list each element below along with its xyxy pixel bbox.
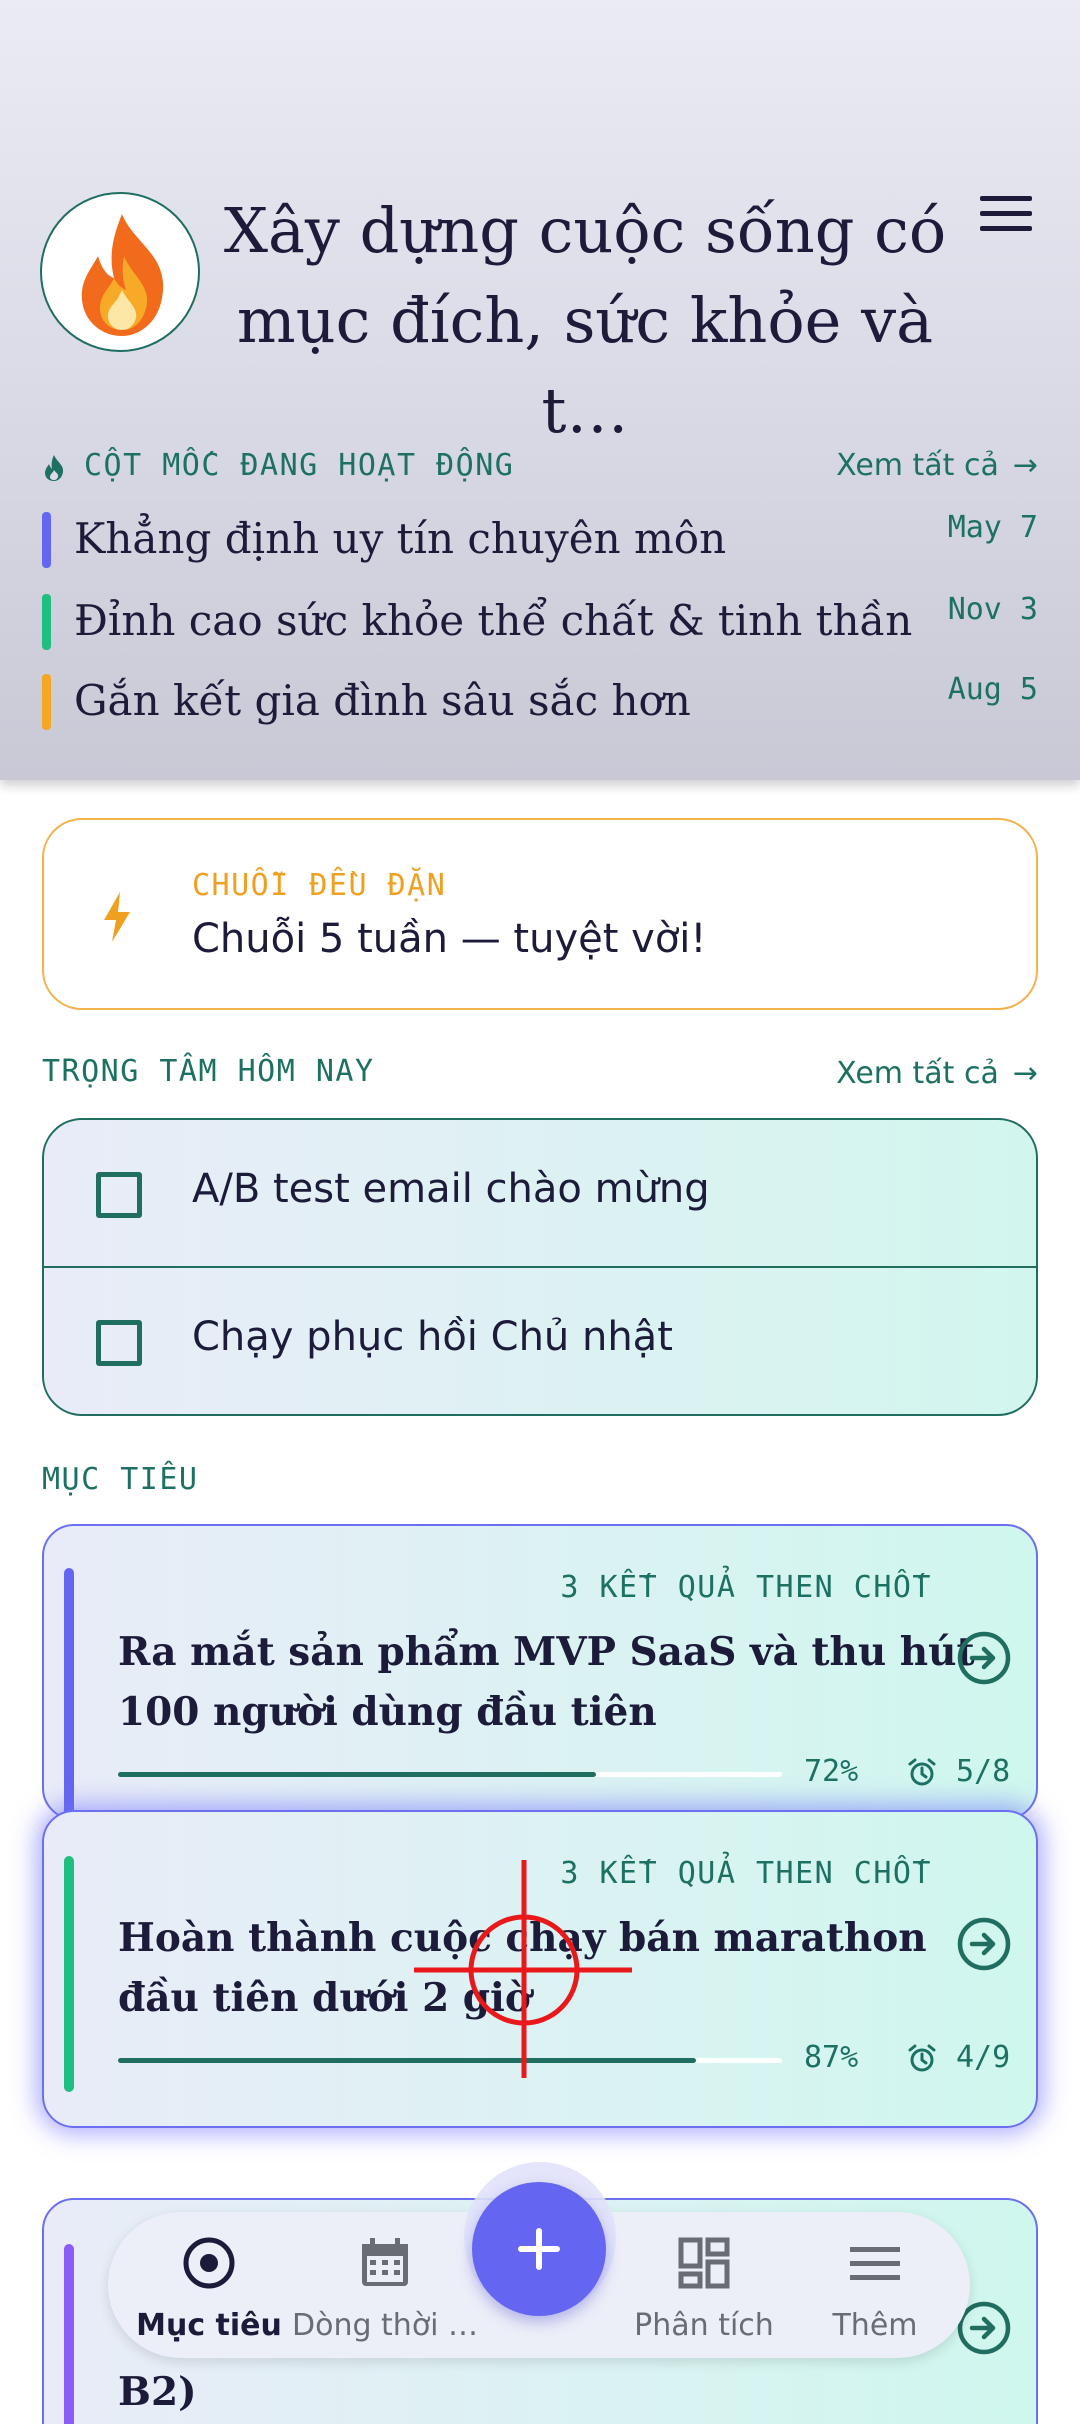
task-checkbox[interactable]: [96, 1320, 142, 1366]
milestones-header: CỘT MỐC ĐANG HOẠT ĐỘNG Xem tất cả →: [42, 446, 1038, 490]
arrow-right-icon: →: [1012, 448, 1038, 483]
flame-icon: [81, 214, 164, 336]
key-results-count: 5/8: [956, 1754, 1011, 1789]
milestone-item[interactable]: Khẳng định uy tín chuyên môn May 7: [42, 510, 1038, 570]
goals-title: MỤC TIÊU: [42, 1462, 199, 1497]
streak-label: CHUỖI ĐỀU ĐẶN: [192, 868, 447, 903]
lightning-icon: [104, 892, 130, 942]
alarm-clock-icon: [908, 1758, 936, 1786]
avatar[interactable]: [40, 192, 200, 352]
milestone-date: May 7: [947, 510, 1038, 545]
goal-progress-bar: [118, 1772, 782, 1777]
milestones-title: CỘT MỐC ĐANG HOẠT ĐỘNG: [84, 448, 515, 483]
crosshair-marker: [414, 1860, 632, 2078]
see-all-label: Xem tất cả: [836, 1056, 999, 1091]
streak-card: CHUỖI ĐỀU ĐẶN Chuỗi 5 tuần — tuyệt vời!: [42, 818, 1038, 1010]
menu-icon: [850, 2247, 900, 2280]
alarm-clock-icon: [908, 2044, 936, 2072]
see-all-label: Xem tất cả: [836, 448, 999, 483]
nav-label: Mục tiêu: [136, 2308, 282, 2343]
goal-color-bar: [64, 1568, 74, 1824]
milestone-item[interactable]: Đỉnh cao sức khỏe thể chất & tinh thần N…: [42, 592, 1038, 652]
key-results-label: 3 KẾT QUẢ THEN CHỐT: [560, 1570, 932, 1605]
plus-icon: [518, 2228, 560, 2270]
arrow-circle-right-icon[interactable]: [956, 1916, 1012, 1972]
task-item[interactable]: A/B test email chào mừng: [44, 1120, 1036, 1268]
nav-label: Dòng thời …: [292, 2308, 478, 2343]
goal-title: B2): [118, 2369, 197, 2415]
goal-title: Ra mắt sản phẩm MVP SaaS và thu hút 100 …: [118, 1629, 975, 1735]
fire-icon: [45, 455, 64, 481]
task-label: Chạy phục hồi Chủ nhật: [192, 1314, 673, 1360]
add-button[interactable]: [472, 2182, 606, 2316]
nav-item-more[interactable]: Thêm: [810, 2212, 940, 2358]
hamburger-menu-icon[interactable]: [980, 196, 1032, 236]
focus-header: TRỌNG TÂM HÔM NAY Xem tất cả →: [42, 1054, 1038, 1098]
target-icon: [183, 2237, 235, 2289]
key-results-count: 4/9: [956, 2040, 1011, 2075]
focus-task-list: A/B test email chào mừng Chạy phục hồi C…: [42, 1118, 1038, 1416]
milestone-color-bar: [42, 674, 51, 730]
task-label: A/B test email chào mừng: [192, 1166, 710, 1212]
goal-progress-fill: [118, 1772, 597, 1777]
milestone-title: Đỉnh cao sức khỏe thể chất & tinh thần: [74, 596, 913, 645]
nav-label: Phân tích: [634, 2308, 774, 2343]
goal-progress-percent: 72%: [804, 1754, 859, 1789]
nav-item-analytics[interactable]: Phân tích: [624, 2212, 784, 2358]
nav-label: Thêm: [832, 2308, 918, 2343]
nav-item-timeline[interactable]: Dòng thời …: [292, 2212, 478, 2358]
goal-color-bar: [64, 2244, 74, 2424]
goal-progress-percent: 87%: [804, 2040, 859, 2075]
arrow-right-icon: →: [1012, 1056, 1038, 1091]
dashboard-icon: [678, 2237, 730, 2289]
milestone-title: Khẳng định uy tín chuyên môn: [74, 514, 727, 563]
calendar-icon: [362, 2238, 408, 2286]
milestones-see-all-link[interactable]: Xem tất cả →: [836, 448, 1038, 483]
milestone-date: Aug 5: [947, 672, 1038, 707]
task-item[interactable]: Chạy phục hồi Chủ nhật: [44, 1268, 1036, 1414]
streak-text: Chuỗi 5 tuần — tuyệt vời!: [192, 916, 707, 962]
milestone-item[interactable]: Gắn kết gia đình sâu sắc hơn Aug 5: [42, 672, 1038, 732]
milestone-date: Nov 3: [947, 592, 1038, 627]
focus-see-all-link[interactable]: Xem tất cả →: [836, 1056, 1038, 1091]
task-checkbox[interactable]: [96, 1172, 142, 1218]
page-title: Xây dựng cuộc sống có mục đích, sức khỏe…: [223, 194, 947, 447]
milestone-title: Gắn kết gia đình sâu sắc hơn: [74, 676, 691, 725]
goals-header: MỤC TIÊU: [42, 1462, 1038, 1506]
arrow-circle-right-icon[interactable]: [956, 1630, 1012, 1686]
header-panel: Xây dựng cuộc sống có mục đích, sức khỏe…: [0, 0, 1080, 780]
milestone-color-bar: [42, 512, 51, 568]
nav-item-goals[interactable]: Mục tiêu: [134, 2212, 284, 2358]
goal-color-bar: [64, 1856, 74, 2092]
milestone-color-bar: [42, 594, 51, 650]
goal-card[interactable]: 3 KẾT QUẢ THEN CHỐT Ra mắt sản phẩm MVP …: [42, 1524, 1038, 1824]
